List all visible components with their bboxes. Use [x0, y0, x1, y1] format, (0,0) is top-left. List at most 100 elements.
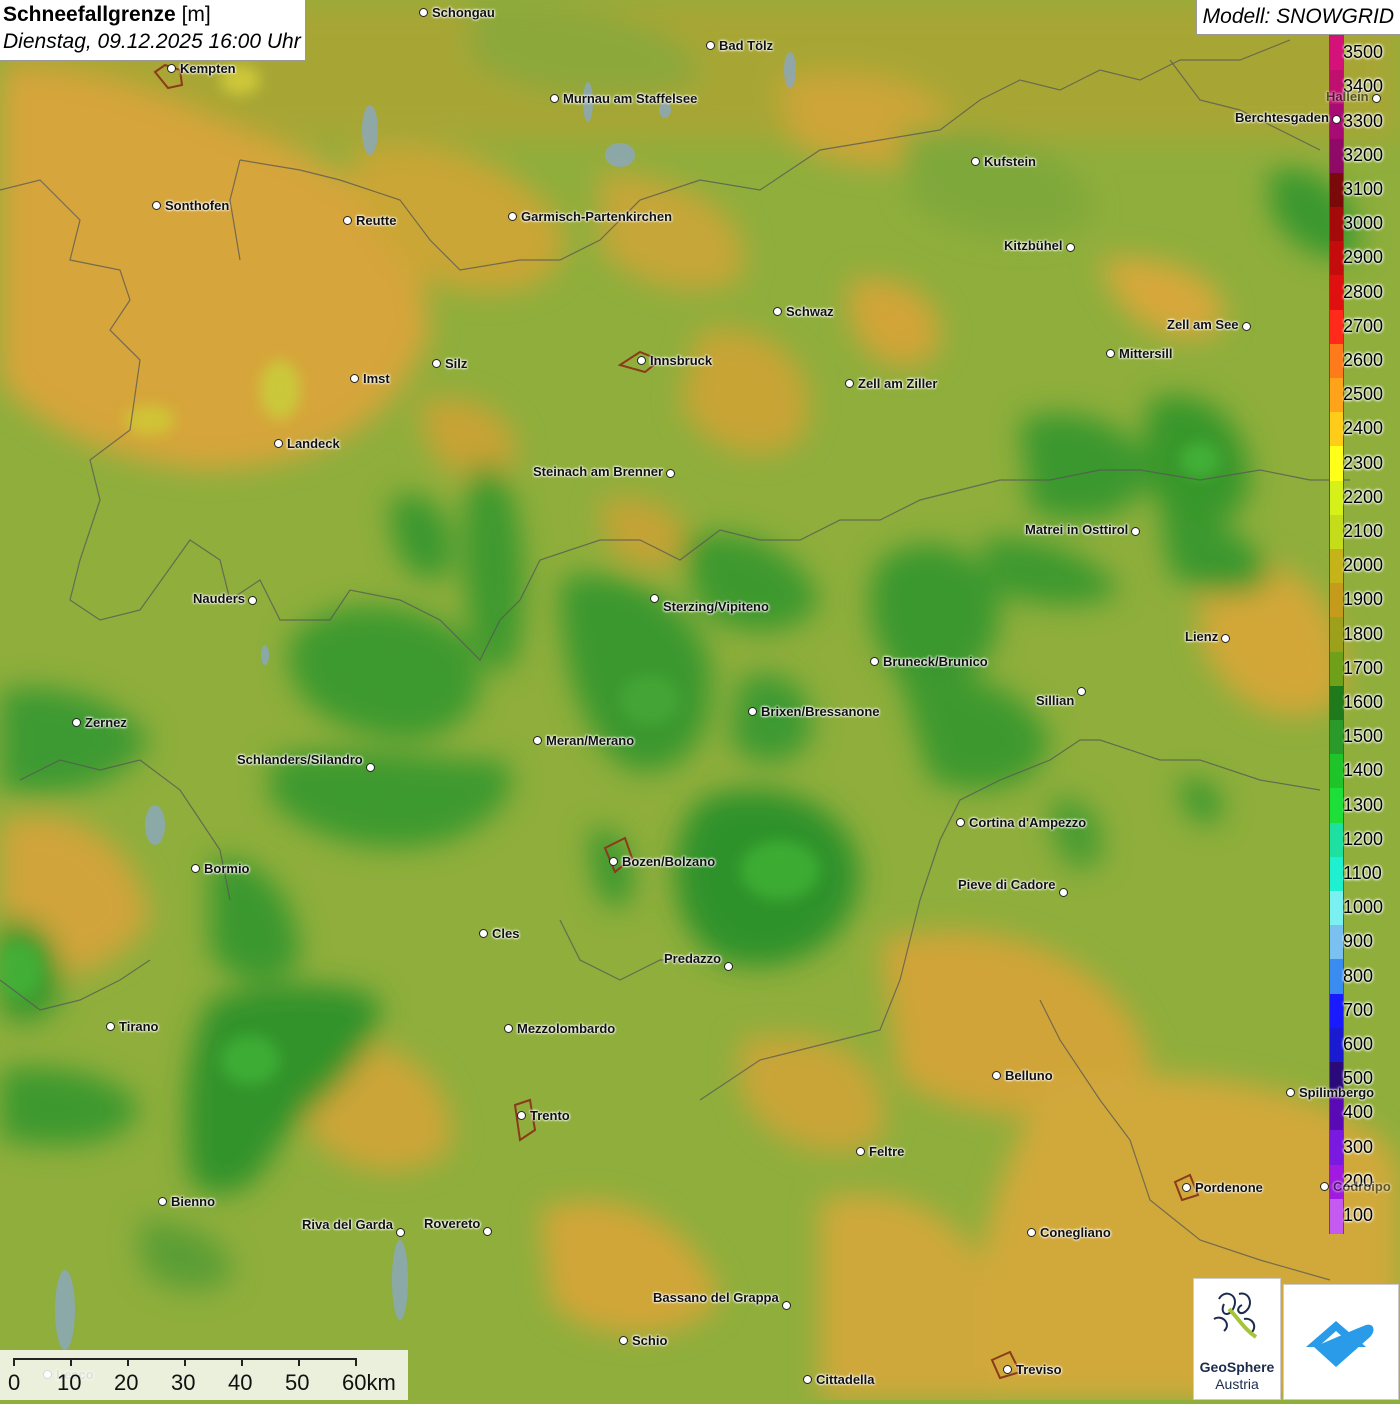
city-label: Bad Tölz [719, 38, 774, 53]
city-marker [517, 1111, 526, 1120]
cloud-arrow-icon [1306, 1321, 1374, 1367]
city-marker [1332, 115, 1341, 124]
city-marker [666, 469, 675, 478]
city-label: Bienno [171, 1194, 216, 1209]
city-label: Mittersill [1119, 346, 1173, 361]
city-marker [106, 1022, 115, 1031]
city-label: Bozen/Bolzano [622, 854, 716, 869]
city-label: Schio [632, 1333, 668, 1348]
city-marker [1027, 1228, 1036, 1237]
city-label: Treviso [1016, 1362, 1062, 1377]
city-label: Predazzo [664, 951, 722, 966]
scale-tick [298, 1358, 300, 1366]
city-label: Reutte [356, 213, 397, 228]
legend-label: 1000 [1343, 897, 1384, 918]
scale-tick [355, 1358, 357, 1366]
city-marker [650, 594, 659, 603]
legend-swatch [1330, 1130, 1343, 1166]
legend-label: 1700 [1343, 657, 1384, 678]
scale-label: 10 [57, 1370, 82, 1395]
partner-logo [1283, 1284, 1399, 1400]
city-marker [1221, 634, 1230, 643]
legend-label: 1300 [1343, 794, 1384, 815]
legend-swatch [1330, 685, 1343, 721]
legend-swatch [1330, 275, 1343, 311]
city-marker [508, 212, 517, 221]
legend-swatch [1330, 138, 1343, 174]
city-label: Riva del Garda [302, 1217, 394, 1232]
legend-label: 300 [1343, 1136, 1374, 1157]
city-label: Innsbruck [650, 353, 713, 368]
scale-label: 0 [8, 1370, 21, 1395]
city-marker [1242, 322, 1251, 331]
city-marker [637, 356, 646, 365]
city-marker [992, 1071, 1001, 1080]
legend-swatch [1330, 480, 1343, 516]
city-label: Meran/Merano [546, 733, 635, 748]
legend-swatch [1330, 925, 1343, 961]
city-label: Pieve di Cadore [958, 877, 1056, 892]
scale-tick [70, 1358, 72, 1366]
city-label: Zell am See [1167, 317, 1239, 332]
city-label: Zell am Ziller [858, 376, 938, 391]
city-label: Matrei in Osttirol [1025, 522, 1129, 537]
scale-bar: 0 10 20 30 40 50 60km [0, 1350, 408, 1400]
title-main: Schneefallgrenze [3, 3, 176, 26]
city-label: Mezzolombardo [517, 1021, 616, 1036]
legend-label: 2600 [1343, 349, 1384, 370]
legend-label: 700 [1343, 999, 1374, 1020]
city-marker [533, 736, 542, 745]
legend-label: 2300 [1343, 452, 1384, 473]
legend-label: 100 [1343, 1204, 1374, 1225]
legend-swatch [1330, 720, 1343, 755]
city-label: Cles [492, 926, 520, 941]
city-marker [350, 374, 359, 383]
city-marker [432, 359, 441, 368]
legend-label: 2700 [1343, 315, 1384, 336]
legend-label: 2200 [1343, 486, 1384, 507]
city-marker [870, 657, 879, 666]
city-label: Hallein [1326, 89, 1369, 104]
city-label: Spilimbergo [1299, 1085, 1375, 1100]
scale-label: 20 [114, 1370, 139, 1395]
city-label: Brixen/Bressanone [761, 704, 880, 719]
legend-swatch [1330, 617, 1343, 653]
city-marker [274, 439, 283, 448]
city-label: Conegliano [1040, 1225, 1111, 1240]
legend-swatch [1330, 309, 1343, 345]
legend-swatch [1330, 959, 1343, 995]
city-label: Kitzbühel [1004, 238, 1063, 253]
legend-label: 1800 [1343, 623, 1384, 644]
legend-swatch [1330, 241, 1343, 277]
city-marker [1182, 1183, 1191, 1192]
city-marker [343, 216, 352, 225]
scale-tick [13, 1358, 15, 1366]
legend-label: 3000 [1343, 213, 1384, 234]
city-marker [550, 94, 559, 103]
legend-swatch [1330, 36, 1343, 71]
geosphere-name: GeoSphere [1199, 1359, 1275, 1375]
scale-label: 60km [342, 1370, 396, 1395]
legend-swatch [1330, 1198, 1343, 1234]
legend-swatch [1330, 172, 1343, 208]
city-marker [72, 718, 81, 727]
city-label: Tirano [119, 1019, 159, 1034]
legend-label: 1400 [1343, 760, 1384, 781]
city-marker [1077, 687, 1086, 696]
city-label: Schongau [432, 5, 495, 20]
legend-label: 3300 [1343, 110, 1384, 131]
geosphere-country: Austria [1215, 1376, 1259, 1392]
legend-swatch [1330, 412, 1343, 448]
city-marker [971, 157, 980, 166]
legend-label: 1600 [1343, 691, 1384, 712]
geosphere-logo-mark [1213, 1292, 1258, 1339]
city-marker [956, 818, 965, 827]
map-timestamp: Dienstag, 09.12.2025 16:00 Uhr [3, 30, 301, 53]
city-label: Lienz [1185, 629, 1219, 644]
city-marker [845, 379, 854, 388]
city-label: Silz [445, 356, 468, 371]
city-marker [483, 1227, 492, 1236]
city-label: Cittadella [816, 1372, 875, 1387]
legend-label: 900 [1343, 931, 1374, 952]
legend-label: 3500 [1343, 42, 1384, 63]
